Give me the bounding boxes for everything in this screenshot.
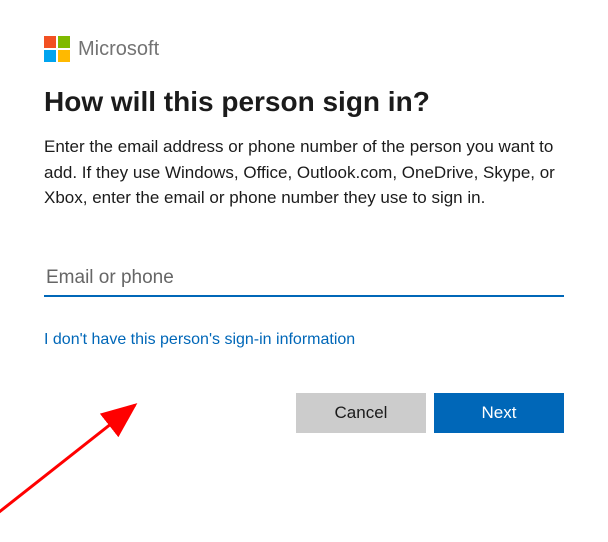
next-button[interactable]: Next: [434, 393, 564, 433]
email-phone-input[interactable]: [44, 261, 564, 297]
page-title: How will this person sign in?: [44, 86, 564, 118]
no-signin-info-link[interactable]: I don't have this person's sign-in infor…: [44, 331, 355, 349]
microsoft-logo-icon: [44, 36, 70, 62]
cancel-button[interactable]: Cancel: [296, 393, 426, 433]
brand-header: Microsoft: [44, 36, 564, 62]
instruction-text: Enter the email address or phone number …: [44, 134, 564, 211]
brand-name: Microsoft: [78, 38, 159, 61]
button-row: Cancel Next: [44, 393, 564, 433]
